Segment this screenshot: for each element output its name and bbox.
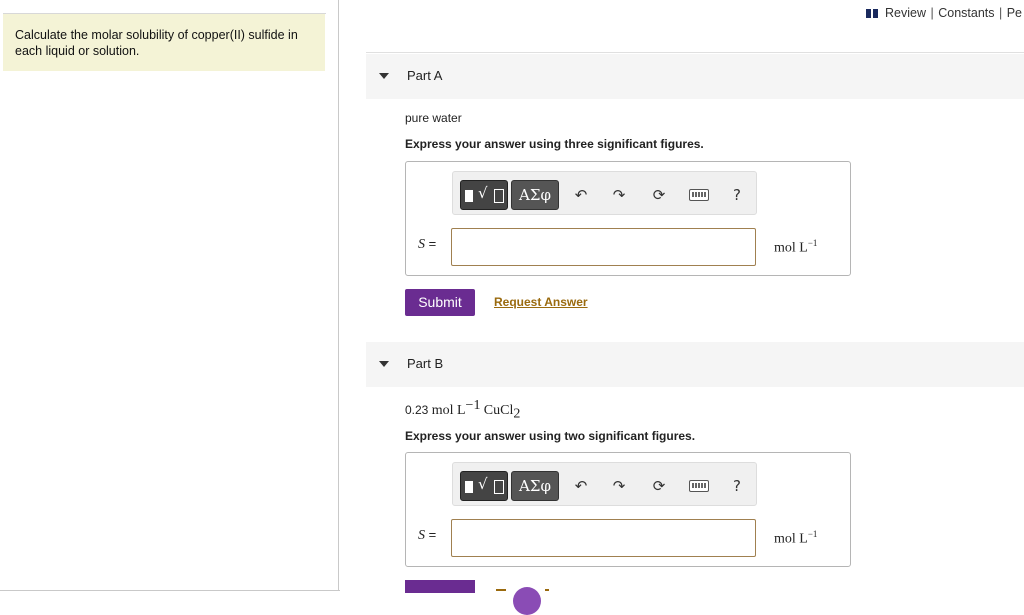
keyboard-icon[interactable] <box>689 189 709 201</box>
answer-unit: mol L−1 <box>774 529 817 548</box>
undo-icon[interactable]: ↶ <box>570 475 592 497</box>
part-b-answer-box: √ ΑΣφ ↶ ↷ ⟳ ? S = mol L−1 <box>405 452 851 567</box>
part-a-answer-input[interactable] <box>451 228 756 266</box>
sqrt-icon: √ <box>478 475 488 493</box>
template-block-icon <box>465 481 473 493</box>
part-a-title: Part A <box>407 68 443 83</box>
left-bottom-rule <box>0 590 340 591</box>
equals-sign: = <box>425 527 437 542</box>
part-a-answer-box: √ ΑΣφ ↶ ↷ ⟳ ? S = mol L−1 <box>405 161 851 276</box>
template-box-icon <box>494 189 504 203</box>
answer-unit: mol L−1 <box>774 238 817 257</box>
part-b-request-link-fragment[interactable] <box>545 589 549 591</box>
unit-exponent: −1 <box>807 238 818 248</box>
equals-sign: = <box>425 236 437 251</box>
greek-symbols-button[interactable]: ΑΣφ <box>511 471 559 501</box>
undo-icon[interactable]: ↶ <box>570 184 592 206</box>
answer-variable-label: S = <box>418 527 436 544</box>
concentration-value: 0.23 <box>405 403 429 417</box>
templates-button[interactable]: √ <box>460 180 508 210</box>
unit-exponent: −1 <box>807 529 818 539</box>
part-b-title: Part B <box>407 356 444 371</box>
periodic-table-link[interactable]: Pe <box>1007 6 1022 20</box>
variable-s: S <box>418 528 425 543</box>
constants-link[interactable]: Constants <box>938 6 994 20</box>
part-a-header[interactable]: Part A <box>366 54 1024 99</box>
reset-icon[interactable]: ⟳ <box>648 184 670 206</box>
part-b-submit-button[interactable] <box>405 580 475 593</box>
column-divider <box>338 0 339 590</box>
problem-intro-text: Calculate the molar solubility of copper… <box>15 28 298 58</box>
template-block-icon <box>465 190 473 202</box>
chemical-formula: CuCl <box>483 403 514 418</box>
part-b-instruction: Express your answer using two significan… <box>405 429 696 443</box>
answer-variable-label: S = <box>418 236 436 253</box>
request-answer-link[interactable]: Request Answer <box>494 295 588 309</box>
top-links: Review | Constants | Pe <box>866 6 1022 20</box>
part-b-answer-input[interactable] <box>451 519 756 557</box>
concentration-unit: mol L <box>431 403 466 418</box>
template-box-icon <box>494 480 504 494</box>
keyboard-icon[interactable] <box>689 480 709 492</box>
floating-help-button[interactable] <box>513 587 541 615</box>
book-icon <box>866 9 878 18</box>
part-a-prompt: pure water <box>405 111 462 125</box>
variable-s: S <box>418 237 425 252</box>
help-icon[interactable]: ? <box>726 184 748 206</box>
math-toolbar: √ ΑΣφ ↶ ↷ ⟳ ? <box>452 462 757 506</box>
part-b-header[interactable]: Part B <box>366 342 1024 387</box>
part-b-prompt: 0.23 mol L−1 CuCl2 <box>405 398 520 422</box>
help-icon[interactable]: ? <box>726 475 748 497</box>
reset-icon[interactable]: ⟳ <box>648 475 670 497</box>
greek-symbols-button[interactable]: ΑΣφ <box>511 180 559 210</box>
math-toolbar: √ ΑΣφ ↶ ↷ ⟳ ? <box>452 171 757 215</box>
unit-base: mol L <box>774 531 808 547</box>
part-a-instruction: Express your answer using three signific… <box>405 137 704 151</box>
problem-intro: Calculate the molar solubility of copper… <box>3 14 325 71</box>
parts-top-rule <box>366 52 1024 53</box>
review-link[interactable]: Review <box>885 6 926 20</box>
submit-button[interactable]: Submit <box>405 289 475 316</box>
part-b-request-link-fragment[interactable] <box>496 589 506 591</box>
unit-base: mol L <box>774 240 808 256</box>
collapse-triangle-icon[interactable] <box>379 361 389 367</box>
redo-icon[interactable]: ↷ <box>608 475 630 497</box>
sqrt-icon: √ <box>478 184 488 202</box>
collapse-triangle-icon[interactable] <box>379 73 389 79</box>
templates-button[interactable]: √ <box>460 471 508 501</box>
link-separator: | <box>998 6 1003 20</box>
redo-icon[interactable]: ↷ <box>608 184 630 206</box>
formula-subscript: 2 <box>513 406 521 422</box>
concentration-exponent: −1 <box>465 398 481 413</box>
link-separator: | <box>930 6 934 20</box>
